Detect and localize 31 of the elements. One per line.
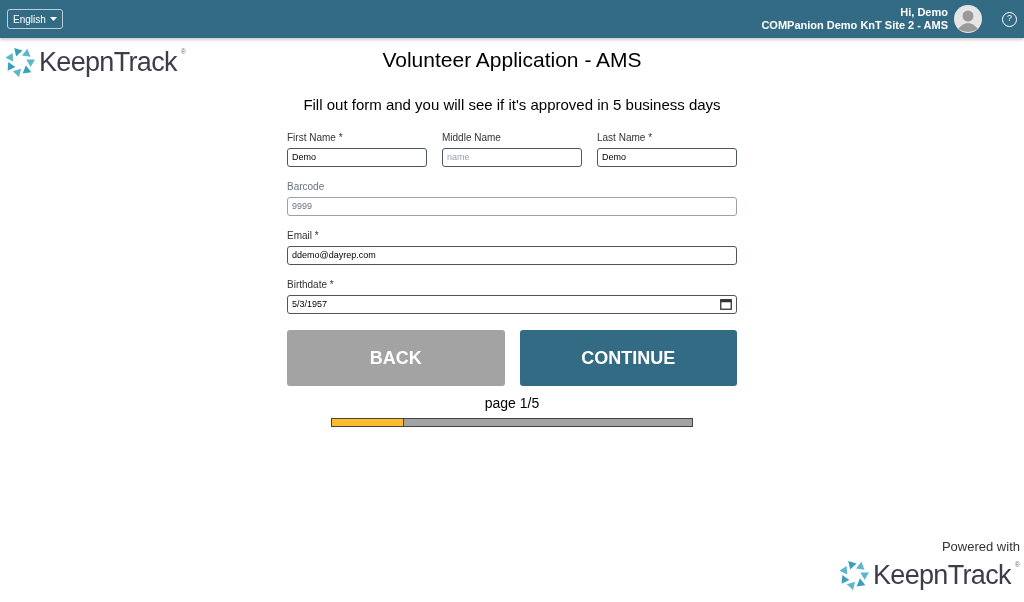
caret-icon (49, 17, 57, 21)
field-label: Birthdate * (287, 278, 335, 292)
logo-mark-icon (839, 560, 869, 590)
input-field[interactable]: Demo (287, 148, 427, 167)
field-value: ddemo@dayrep.com (292, 248, 377, 262)
field-label: First Name * (287, 131, 344, 145)
logo-text: KeepnTrack (873, 561, 1011, 589)
greeting: Hi, Demo (900, 6, 948, 19)
page-title: Volunteer Application - AMS (382, 47, 642, 73)
powered-with: Powered with (941, 537, 1020, 556)
field-value: 9999 (292, 199, 314, 213)
field-value: Demo (292, 150, 317, 164)
calendar-icon[interactable] (720, 299, 732, 310)
field-placeholder: name (447, 150, 471, 164)
page-indicator: page 1/5 (484, 394, 540, 413)
subtitle: Fill out form and you will see if it's approved in 5 business days (303, 94, 721, 115)
field-label: Middle Name (442, 131, 502, 145)
input-field[interactable]: Demo (597, 148, 737, 167)
logo-mark-icon (5, 47, 35, 77)
field-label: Last Name * (597, 131, 654, 145)
date-field[interactable]: 5/3/1957 (287, 295, 737, 314)
field-label: Email * (287, 229, 320, 243)
language-dropdown[interactable]: English (7, 9, 63, 29)
field-label: Barcode (287, 180, 326, 194)
input-field[interactable]: ddemo@dayrep.com (287, 246, 737, 265)
avatar-icon[interactable] (954, 5, 982, 33)
site-name: COMPanion Demo KnT Site 2 - AMS (761, 19, 948, 32)
continue-button[interactable]: CONTINUE (519, 330, 737, 386)
field-value: 5/3/1957 (292, 297, 329, 311)
field-value: Demo (602, 150, 627, 164)
logo-text: KeepnTrack (39, 48, 177, 76)
